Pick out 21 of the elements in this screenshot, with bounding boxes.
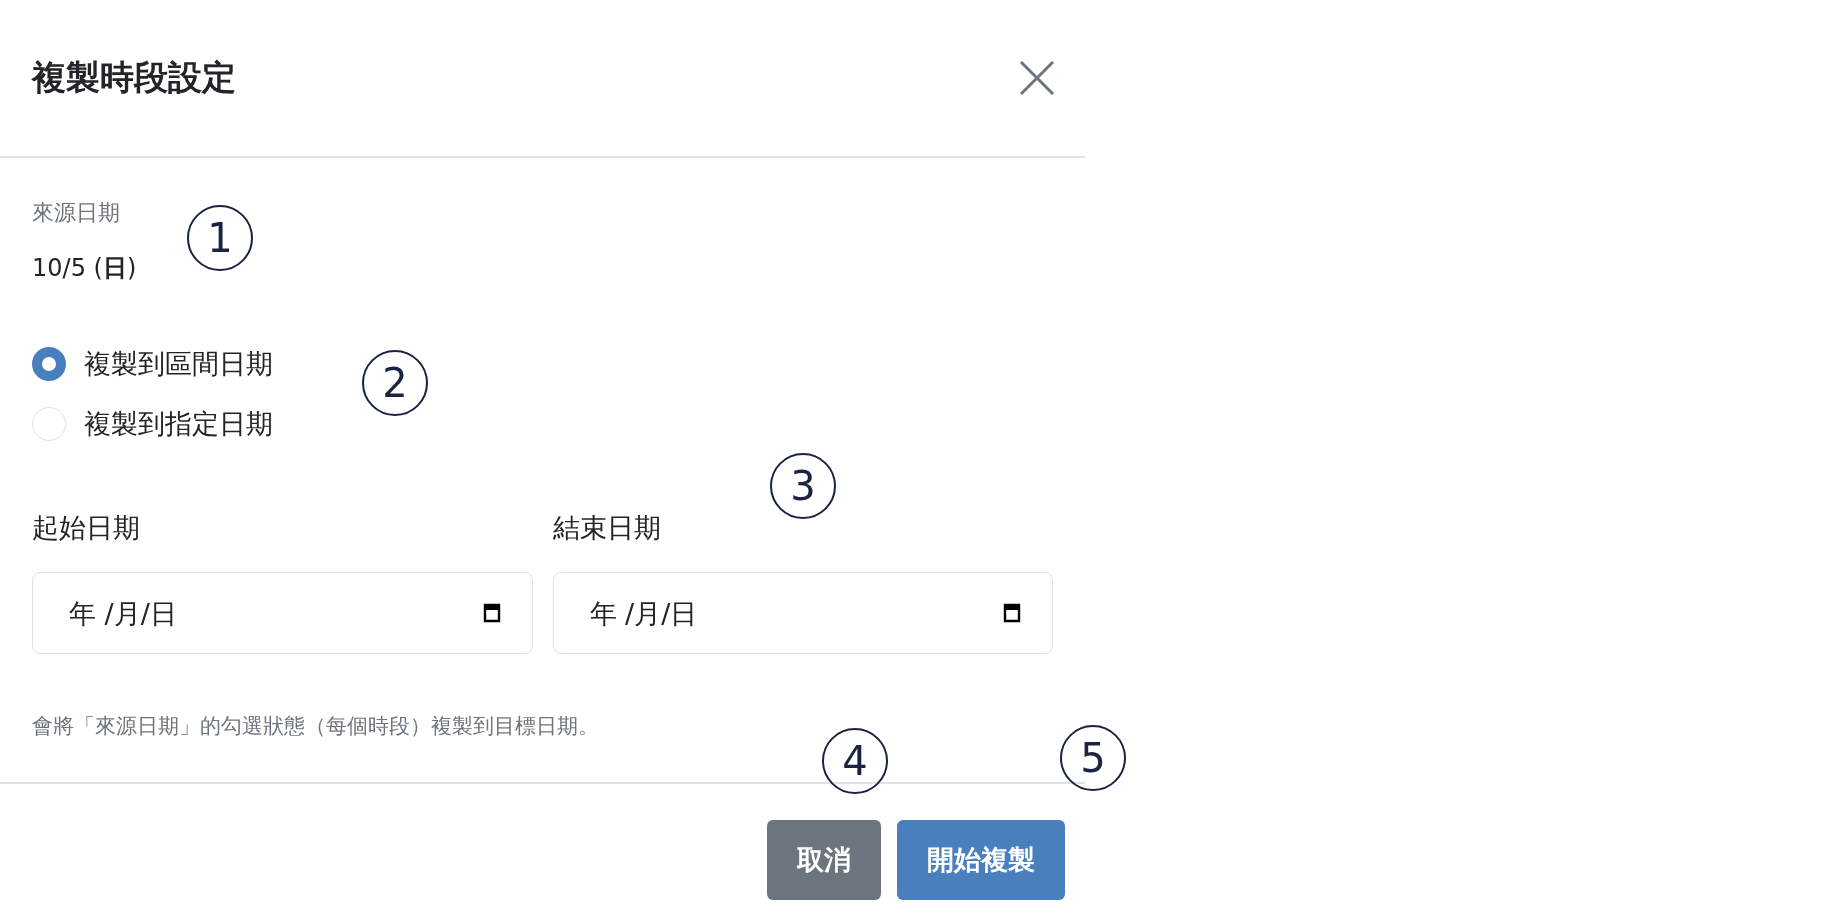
date-label: 結束日期 — [552, 511, 661, 545]
dialog-title: 複製時段設定 — [32, 56, 236, 99]
date-input[interactable]: 年 /月/日 — [587, 596, 1000, 630]
date-input-field[interactable]: 年 /月/日 — [32, 572, 533, 654]
callout-number: 3 — [770, 453, 836, 519]
callout-number: 1 — [187, 205, 253, 271]
close-icon[interactable] — [1017, 58, 1057, 98]
callout-number: 4 — [822, 728, 888, 794]
callout-number: 2 — [362, 350, 428, 416]
radio-button[interactable] — [32, 347, 66, 381]
date-input-field[interactable]: 年 /月/日 — [552, 572, 1053, 654]
start-copy-button[interactable]: 開始複製 — [897, 820, 1065, 900]
cancel-button[interactable]: 取消 — [767, 820, 881, 900]
date-label: 起始日期 — [32, 511, 140, 545]
callout-number: 5 — [1060, 725, 1126, 791]
radio-label[interactable]: 複製到指定日期 — [84, 406, 273, 442]
source-date-value: 10/5 (日) — [32, 253, 138, 284]
hint-text: 會將「來源日期」的勾選狀態（每個時段）複製到目標日期。 — [32, 713, 600, 740]
date-input[interactable]: 年 /月/日 — [67, 596, 480, 630]
radio-label[interactable]: 複製到區間日期 — [84, 346, 273, 382]
source-date-label: 來源日期 — [32, 199, 121, 227]
